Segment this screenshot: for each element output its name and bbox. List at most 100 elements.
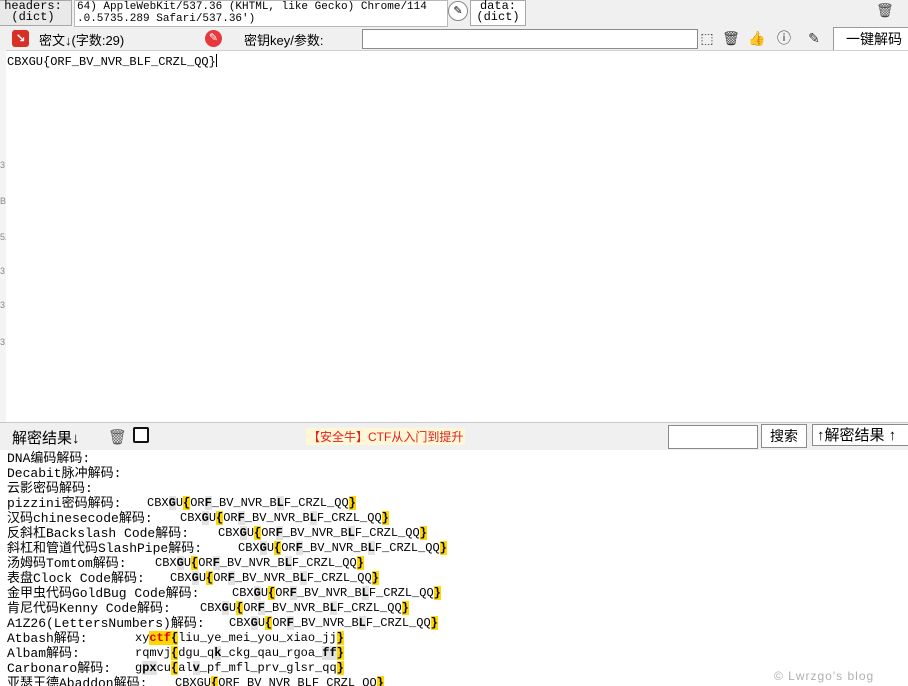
watermark: © Lwrzgo's blog <box>774 669 875 683</box>
result-method-label: 反斜杠Backslash Code解码: <box>7 526 190 541</box>
result-value-segment: } <box>336 631 344 645</box>
scroll-to-result-button[interactable]: ↑解密结果 ↑ <box>812 424 908 446</box>
result-value-segment: F_CRZL_QQ <box>306 571 372 585</box>
result-value-segment: L <box>329 601 337 615</box>
pencil-icon[interactable]: ✎ <box>205 30 222 47</box>
result-method-label: pizzini密码解码: <box>7 496 122 511</box>
thumbs-up-icon[interactable]: 👍 <box>748 29 766 47</box>
result-method-label: 云影密码解码: <box>7 481 93 496</box>
result-row: 亚瑟王德Abaddon解码: <box>7 676 147 686</box>
result-value-segment: CBX <box>232 586 254 600</box>
result-value-segment: U <box>257 616 266 630</box>
result-value: gpxcu{alv_pf_mfl_prv_glsr_qq} <box>135 661 344 675</box>
result-method-label: Decabit脉冲解码: <box>7 466 122 481</box>
result-value: CBXGU{ORF_BV_NVR_BLF_CRZL_QQ} <box>229 616 438 630</box>
result-row: pizzini密码解码: <box>7 496 121 511</box>
result-value-segment: F <box>237 511 245 525</box>
search-input[interactable] <box>668 425 758 449</box>
result-value-segment: U <box>246 526 255 540</box>
result-value-segment: CBX <box>238 541 260 555</box>
result-value-segment: } <box>430 616 438 630</box>
result-value-segment: _BV_NVR_B <box>234 571 300 585</box>
text-caret <box>215 54 217 67</box>
cipher-input-area[interactable]: CBXGU{ORF_BV_NVR_BLF_CRZL_QQ} <box>6 50 908 423</box>
result-value-segment: xy <box>135 631 150 645</box>
result-value-segment: OR <box>281 541 296 555</box>
one-click-decode-button[interactable]: 一键解码 <box>833 27 908 51</box>
result-value-segment: CBX <box>218 526 240 540</box>
result-row: 反斜杠Backslash Code解码: <box>7 526 189 541</box>
result-value-segment: L <box>284 556 292 570</box>
result-value-segment: U <box>183 556 192 570</box>
gutter-char: 3 <box>0 337 6 347</box>
result-value-segment: } <box>376 676 384 686</box>
result-value-segment: OR <box>213 571 228 585</box>
trash-icon[interactable]: 🗑 <box>722 29 740 47</box>
result-value-segment: } <box>371 571 379 585</box>
help-icon[interactable]: ⓘ <box>775 29 793 47</box>
result-value-segment: G <box>239 526 247 540</box>
result-value-segment: } <box>356 556 364 570</box>
result-method-label: 汉码chinesecode解码: <box>7 511 153 526</box>
gutter-char: 3 <box>0 266 6 276</box>
result-value-segment: L <box>358 616 366 630</box>
result-row: 云影密码解码: <box>7 481 93 496</box>
cursor-select-icon[interactable]: ⬚ <box>698 29 716 47</box>
result-value-segment: L <box>367 541 375 555</box>
result-value-segment: CBX <box>147 496 169 510</box>
result-toolbar: 解密结果↓ 🗑 【安全牛】CTF从入门到提升 搜索 ↑解密结果 ↑ <box>0 422 908 451</box>
data-dict-button[interactable]: data: (dict) <box>470 0 526 26</box>
result-value-segment: OR <box>198 556 213 570</box>
result-value-segment: G <box>201 511 209 525</box>
user-agent-field[interactable]: 64) AppleWebKit/537.36 (KHTML, like Geck… <box>74 0 448 27</box>
result-value-segment: _pf_mfl_prv_glsr_qq <box>199 661 337 675</box>
result-value-segment: F_CRZL_QQ <box>354 526 420 540</box>
copy-icon[interactable] <box>133 427 149 443</box>
key-input[interactable] <box>362 29 698 49</box>
result-value: CBXGU{ORF_BV_NVR_BLF_CRZL_QQ} <box>218 526 427 540</box>
result-value: xyctf{liu_ye_mei_you_xiao_jj} <box>135 631 344 645</box>
result-row: A1Z26(LettersNumbers)解码: <box>7 616 205 631</box>
trash-icon[interactable]: 🗑 <box>876 2 894 18</box>
result-value-segment: _BV_NVR_B <box>244 511 310 525</box>
result-value-segment: _BV_NVR_B <box>302 541 368 555</box>
result-value-segment: U <box>266 541 275 555</box>
trash-icon[interactable]: 🗑 <box>108 428 127 446</box>
ad-link[interactable]: 【安全牛】CTF从入门到提升 <box>306 428 466 445</box>
ua-line-2: .0.5735.289 Safari/537.36') <box>77 13 256 25</box>
result-value-segment: F <box>275 526 283 540</box>
result-value-segment: _BV_NVR_B <box>296 586 362 600</box>
result-value-segment: CBX <box>170 571 192 585</box>
result-value-segment: G <box>176 556 184 570</box>
result-value-segment: _BV_NVR_B <box>219 556 285 570</box>
headers-dict-button[interactable]: headers: (dict) <box>0 0 72 26</box>
cipher-download-icon[interactable]: ↘ <box>12 30 29 47</box>
result-value-segment: v <box>192 661 200 675</box>
result-value-segment: } <box>348 496 356 510</box>
result-value-segment: F_CRZL_QQ <box>283 496 349 510</box>
key-label: 密钥key/参数: <box>244 33 324 48</box>
result-value-segment: _BV_NVR_B <box>293 616 359 630</box>
results-list: DNA编码解码: Decabit脉冲解码: 云影密码解码: pizzini密码解码: C… <box>0 450 908 686</box>
edit-icon[interactable]: ✎ <box>805 29 823 47</box>
result-method-label: 表盘Clock Code解码: <box>7 571 145 586</box>
result-value-segment: _BV_NVR_B <box>264 601 330 615</box>
result-value-segment: F <box>286 616 294 630</box>
result-value-segment: CBX <box>180 511 202 525</box>
result-value-segment: px <box>142 661 157 675</box>
search-button[interactable]: 搜索 <box>761 424 807 448</box>
result-value-segment: F_CRZL_QQ <box>336 601 402 615</box>
result-value: CBXGU{ORF_BV_NVR_BLF_CRZL_QQ} <box>147 496 356 510</box>
result-value-segment: _BV_NVR_B <box>211 496 277 510</box>
result-value-segment: ORF_BV_NVR_BLF_CRZL_QQ <box>218 676 377 686</box>
result-row: Carbonaro解码: <box>7 661 111 676</box>
result-value-segment: liu_ye_mei_you_xiao_jj <box>178 631 337 645</box>
result-value: CBXGU{ORF_BV_NVR_BLF_CRZL_QQ} <box>180 511 389 525</box>
result-value-segment: OR <box>272 616 287 630</box>
data-line2: (dict) <box>476 10 520 24</box>
result-value: CBXGU{ORF_BV_NVR_BLF_CRZL_QQ} <box>175 676 384 686</box>
result-value-segment: CBX <box>155 556 177 570</box>
edit-circle-icon[interactable]: ✎ <box>448 1 468 21</box>
result-value-segment: L <box>309 511 317 525</box>
result-value-segment: al <box>178 661 193 675</box>
